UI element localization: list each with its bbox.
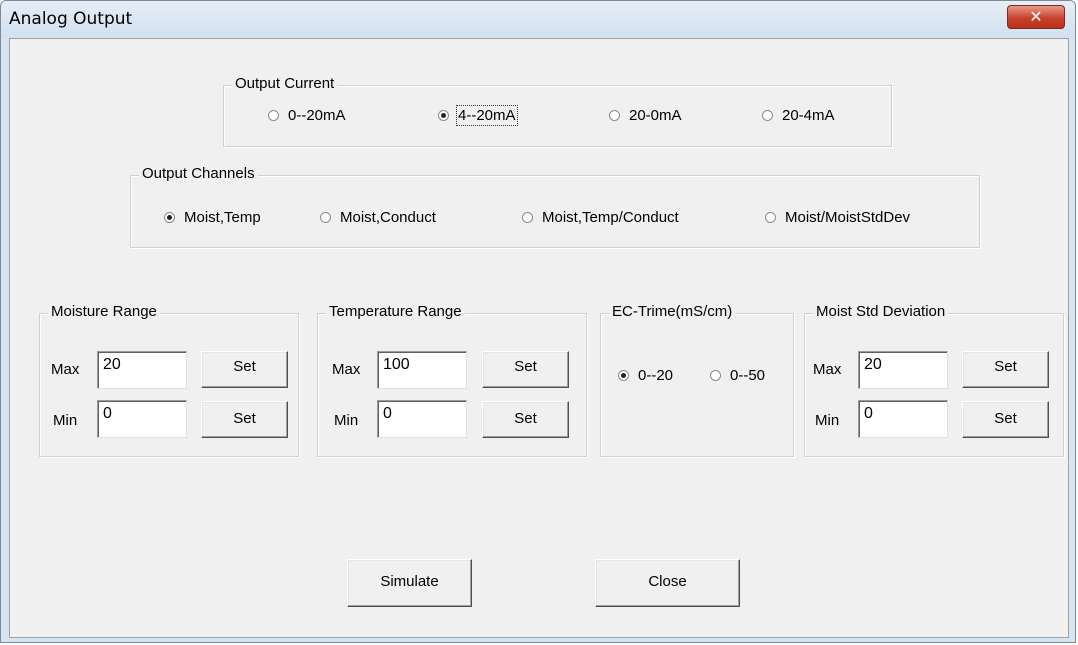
radio-label: Moist,Conduct xyxy=(340,209,436,226)
temperature-range-legend: Temperature Range xyxy=(326,303,465,320)
output-current-group: Output Current 0--20mA 4--20mA 20-0mA 20… xyxy=(223,75,892,147)
radio-button-selected[interactable] xyxy=(438,110,449,121)
title-bar: Analog Output ✕ xyxy=(1,1,1075,38)
min-label: Min xyxy=(334,412,359,429)
std-max-set-button[interactable]: Set xyxy=(962,351,1049,388)
std-min-input[interactable]: 0 xyxy=(858,400,948,438)
radio-label: 0--50 xyxy=(730,367,766,384)
moisture-range-group: Moisture Range Max 20 Set Min 0 Set xyxy=(39,303,299,457)
radio-label: 4--20mA xyxy=(456,105,518,126)
moisture-max-input[interactable]: 20 xyxy=(97,351,187,389)
radio-channel-moist-temp-conduct[interactable]: Moist,Temp/Conduct xyxy=(522,209,679,226)
simulate-button[interactable]: Simulate xyxy=(347,559,472,607)
radio-current-20-0ma[interactable]: 20-0mA xyxy=(609,107,682,124)
std-max-input[interactable]: 20 xyxy=(858,351,948,389)
radio-button[interactable] xyxy=(268,110,279,121)
radio-current-0-20ma[interactable]: 0--20mA xyxy=(268,107,346,124)
radio-channel-moist-conduct[interactable]: Moist,Conduct xyxy=(320,209,436,226)
radio-ec-0-50[interactable]: 0--50 xyxy=(710,367,765,384)
temperature-max-input[interactable]: 100 xyxy=(377,351,467,389)
temperature-max-set-button[interactable]: Set xyxy=(482,351,569,388)
close-icon: ✕ xyxy=(1029,7,1043,26)
radio-label: Moist/MoistStdDev xyxy=(785,209,911,226)
radio-ec-0-20[interactable]: 0--20 xyxy=(618,367,673,384)
moisture-range-legend: Moisture Range xyxy=(48,303,160,320)
radio-current-20-4ma[interactable]: 20-4mA xyxy=(762,107,835,124)
output-channels-group: Output Channels Moist,Temp Moist,Conduct… xyxy=(130,165,980,248)
temperature-min-set-button[interactable]: Set xyxy=(482,401,569,438)
radio-label: 20-4mA xyxy=(782,107,835,124)
radio-label: 0--20 xyxy=(638,367,674,384)
radio-button[interactable] xyxy=(762,110,773,121)
radio-button[interactable] xyxy=(765,212,776,223)
radio-label: Moist,Temp xyxy=(184,209,261,226)
min-label: Min xyxy=(53,412,78,429)
min-label: Min xyxy=(815,412,840,429)
temperature-min-input[interactable]: 0 xyxy=(377,400,467,438)
temperature-range-group: Temperature Range Max 100 Set Min 0 Set xyxy=(317,303,587,457)
max-label: Max xyxy=(51,361,80,378)
dialog-body: Output Current 0--20mA 4--20mA 20-0mA 20… xyxy=(9,38,1069,638)
radio-channel-moist-temp[interactable]: Moist,Temp xyxy=(164,209,261,226)
moist-std-deviation-legend: Moist Std Deviation xyxy=(813,303,949,320)
radio-current-4-20ma[interactable]: 4--20mA xyxy=(438,105,518,126)
radio-label: 0--20mA xyxy=(288,107,346,124)
close-button[interactable]: Close xyxy=(595,559,740,607)
radio-label: Moist,Temp/Conduct xyxy=(542,209,679,226)
radio-button[interactable] xyxy=(609,110,620,121)
close-window-button[interactable]: ✕ xyxy=(1007,5,1065,29)
moisture-max-set-button[interactable]: Set xyxy=(201,351,288,388)
output-current-legend: Output Current xyxy=(232,75,338,92)
radio-button-selected[interactable] xyxy=(164,212,175,223)
moist-std-deviation-group: Moist Std Deviation Max 20 Set Min 0 Set xyxy=(804,303,1064,457)
ec-trime-legend: EC-Trime(mS/cm) xyxy=(609,303,736,320)
radio-channel-moist-moiststddev[interactable]: Moist/MoistStdDev xyxy=(765,209,910,226)
ec-trime-group: EC-Trime(mS/cm) 0--20 0--50 xyxy=(600,303,794,457)
max-label: Max xyxy=(332,361,361,378)
window-title: Analog Output xyxy=(9,9,133,29)
moisture-min-set-button[interactable]: Set xyxy=(201,401,288,438)
max-label: Max xyxy=(813,361,842,378)
radio-button[interactable] xyxy=(710,370,721,381)
analog-output-window: Analog Output ✕ Output Current 0--20mA 4… xyxy=(0,0,1076,643)
radio-button-selected[interactable] xyxy=(618,370,629,381)
std-min-set-button[interactable]: Set xyxy=(962,401,1049,438)
radio-button[interactable] xyxy=(522,212,533,223)
output-channels-legend: Output Channels xyxy=(139,165,258,182)
radio-button[interactable] xyxy=(320,212,331,223)
moisture-min-input[interactable]: 0 xyxy=(97,400,187,438)
radio-label: 20-0mA xyxy=(629,107,682,124)
